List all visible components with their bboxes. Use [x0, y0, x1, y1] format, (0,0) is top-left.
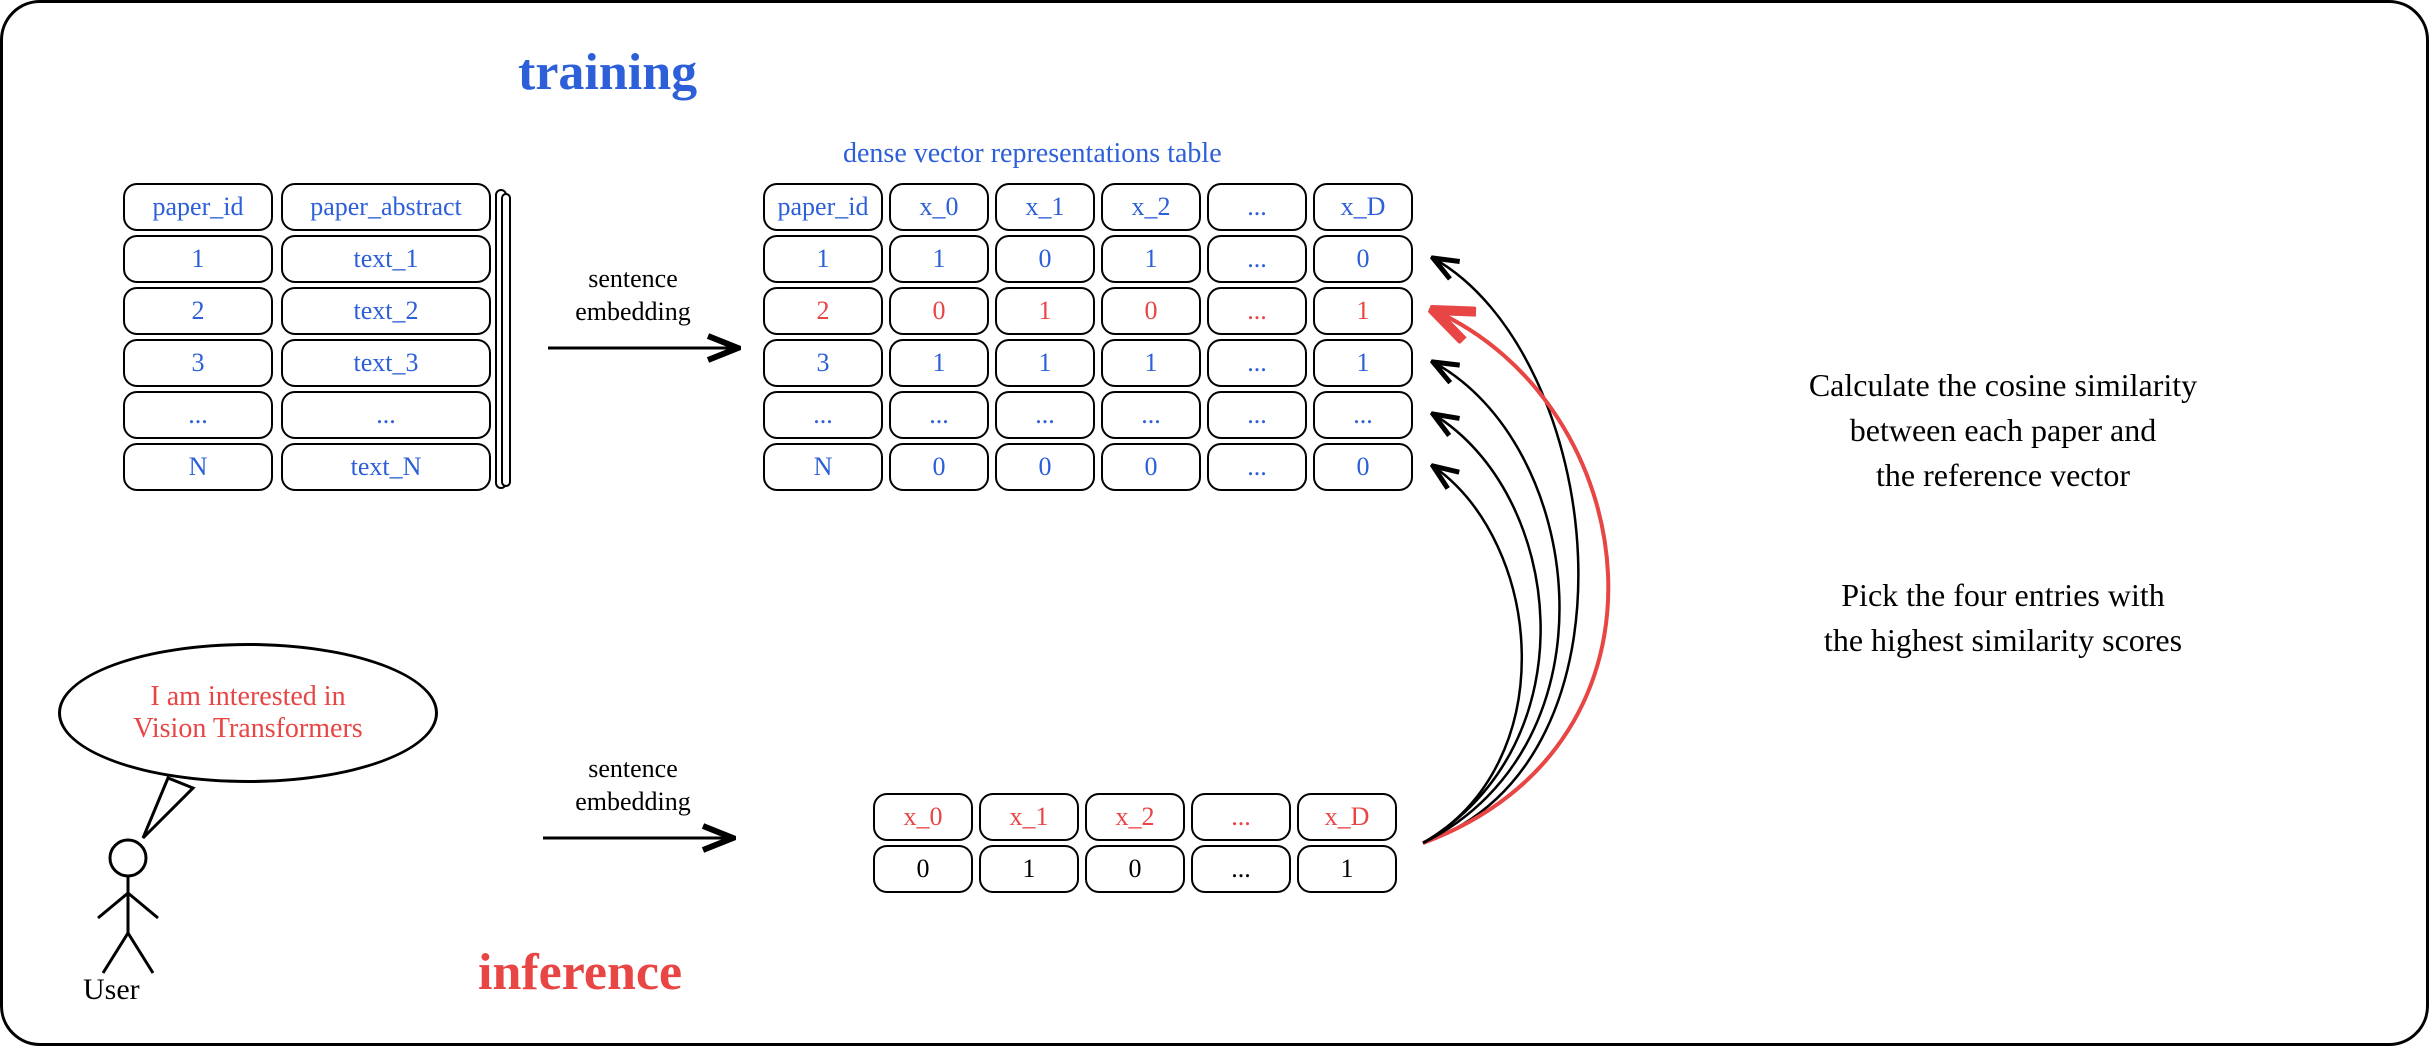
- vector-cell: 1: [995, 339, 1095, 387]
- vector-cell: 0: [995, 235, 1095, 283]
- query-cell: 0: [1085, 845, 1185, 893]
- vector-cell: 0: [889, 443, 989, 491]
- vector-header: x_0: [889, 183, 989, 231]
- user-speech-text: I am interested inVision Transformers: [133, 681, 362, 745]
- inference-title: inference: [478, 943, 682, 1002]
- query-header: x_0: [873, 793, 973, 841]
- query-header: x_1: [979, 793, 1079, 841]
- vector-cell: N: [763, 443, 883, 491]
- similarity-arrow-2-highlight: [1423, 310, 1608, 843]
- source-cell: text_3: [281, 339, 491, 387]
- vector-cell: 0: [995, 443, 1095, 491]
- stick-figure-icon: [98, 840, 158, 973]
- source-cell: ...: [281, 391, 491, 439]
- vector-cell: 0: [889, 287, 989, 335]
- pick-entries-text: Pick the four entries withthe highest si…: [1743, 573, 2263, 663]
- query-header: x_D: [1297, 793, 1397, 841]
- user-label: User: [83, 973, 140, 1007]
- vector-cell: ...: [763, 391, 883, 439]
- dense-table-subtitle: dense vector representations table: [843, 138, 1222, 170]
- embedding-label-1: sentenceembedding: [558, 263, 708, 328]
- speech-bubble-tail: [143, 778, 193, 838]
- user-speech-bubble: I am interested inVision Transformers: [58, 643, 438, 783]
- vector-cell: 1: [763, 235, 883, 283]
- source-cell: text_1: [281, 235, 491, 283]
- source-cell: text_2: [281, 287, 491, 335]
- source-header-paperid: paper_id: [123, 183, 273, 231]
- query-cell: 1: [979, 845, 1079, 893]
- cosine-similarity-text: Calculate the cosine similaritybetween e…: [1733, 363, 2273, 497]
- source-cell: 3: [123, 339, 273, 387]
- vector-cell: 0: [1313, 235, 1413, 283]
- vector-cell: ...: [889, 391, 989, 439]
- similarity-arrow-5: [1423, 466, 1522, 843]
- source-cell: 2: [123, 287, 273, 335]
- source-cell: 1: [123, 235, 273, 283]
- similarity-arrow-3: [1423, 362, 1559, 843]
- vector-cell: 1: [1313, 287, 1413, 335]
- vector-cell: ...: [1207, 443, 1307, 491]
- vector-cell: 1: [889, 235, 989, 283]
- vector-header: x_D: [1313, 183, 1413, 231]
- vector-cell: 1: [1101, 235, 1201, 283]
- vector-cell: 2: [763, 287, 883, 335]
- vector-cell: 1: [995, 287, 1095, 335]
- vector-cell: ...: [1207, 287, 1307, 335]
- vector-cell: 0: [1101, 443, 1201, 491]
- vector-cell: 0: [1101, 287, 1201, 335]
- vector-cell: ...: [1313, 391, 1413, 439]
- query-cell: 0: [873, 845, 973, 893]
- source-cell: text_N: [281, 443, 491, 491]
- vector-cell: 0: [1313, 443, 1413, 491]
- query-header: x_2: [1085, 793, 1185, 841]
- vector-cell: ...: [1207, 391, 1307, 439]
- source-header-abstract: paper_abstract: [281, 183, 491, 231]
- vector-cell: ...: [995, 391, 1095, 439]
- vector-header: paper_id: [763, 183, 883, 231]
- vector-cell: ...: [1101, 391, 1201, 439]
- similarity-arrow-4: [1423, 414, 1541, 843]
- vector-header: x_2: [1101, 183, 1201, 231]
- vector-cell: 1: [889, 339, 989, 387]
- source-cell: ...: [123, 391, 273, 439]
- similarity-arrow-1: [1423, 258, 1578, 843]
- training-title: training: [518, 43, 697, 102]
- query-cell: 1: [1297, 845, 1397, 893]
- vector-header: ...: [1207, 183, 1307, 231]
- vector-cell: 1: [1101, 339, 1201, 387]
- vector-cell: 1: [1313, 339, 1413, 387]
- query-cell: ...: [1191, 845, 1291, 893]
- query-header: ...: [1191, 793, 1291, 841]
- vector-cell: ...: [1207, 339, 1307, 387]
- source-cell: N: [123, 443, 273, 491]
- vector-header: x_1: [995, 183, 1095, 231]
- vector-cell: ...: [1207, 235, 1307, 283]
- vector-cell: 3: [763, 339, 883, 387]
- diagram-canvas: training inference dense vector represen…: [0, 0, 2429, 1046]
- embedding-label-2: sentenceembedding: [558, 753, 708, 818]
